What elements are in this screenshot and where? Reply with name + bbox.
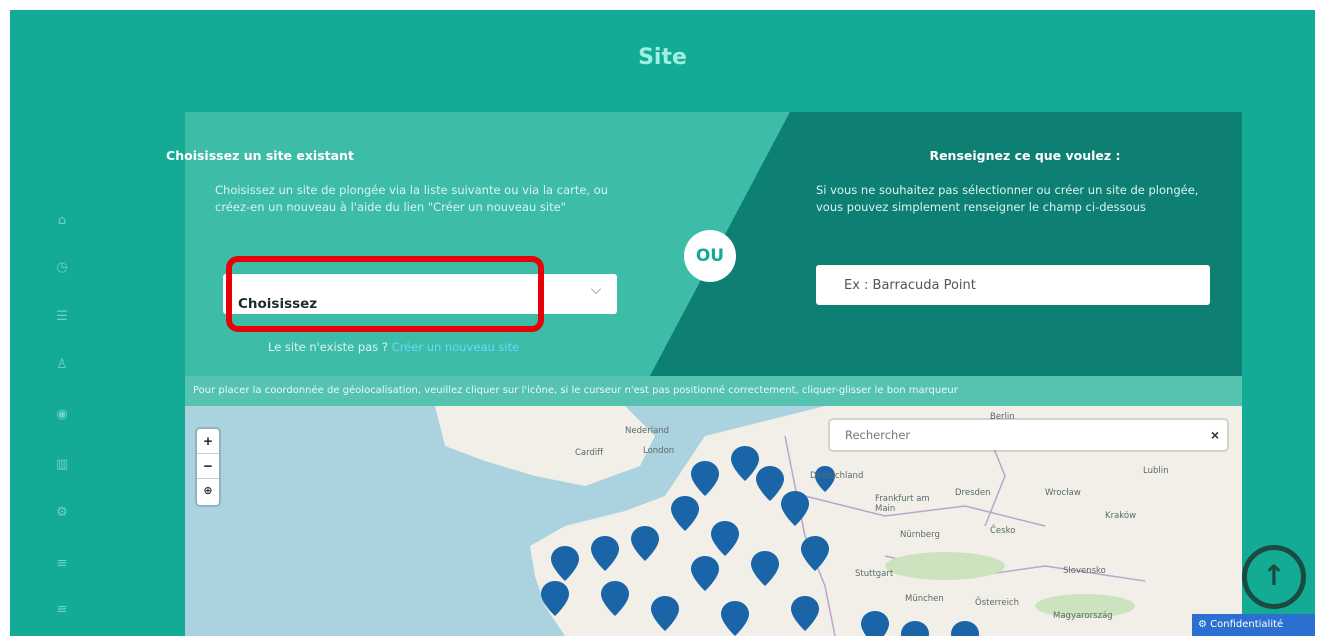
map-label: Deutschland (810, 471, 864, 481)
not-exist-text: Le site n'existe pas ? Créer un nouveau … (268, 340, 520, 354)
map-label: Stuttgart (855, 569, 894, 579)
map-label: Nederland (625, 426, 670, 436)
map-search[interactable]: Rechercher × (830, 420, 1227, 450)
or-badge: OU (684, 230, 736, 282)
confidentiality-badge[interactable]: ⚙ Confidentialité (1192, 614, 1315, 636)
map-label: Kraków (1105, 511, 1137, 521)
map-label: Lublin (1143, 466, 1169, 476)
arrow-up-icon: ↑ (1262, 559, 1286, 592)
map-label: London (643, 446, 675, 456)
create-site-link[interactable]: Créer un nouveau site (392, 340, 520, 354)
right-section-description: Si vous ne souhaitez pas sélectionner ou… (816, 183, 1199, 214)
left-section-description: Choisissez un site de plongée via la lis… (215, 183, 609, 214)
map-label: Cardiff (575, 448, 604, 458)
zoom-out-button[interactable]: − (197, 454, 219, 479)
chevron-down-icon (591, 284, 601, 294)
map-label: Nürnberg (900, 530, 940, 540)
site-select[interactable]: Choisissez (223, 274, 617, 314)
map-label: Dresden (955, 488, 991, 498)
map-label: Slovensko (1063, 566, 1106, 576)
map-label: München (905, 594, 944, 604)
map[interactable]: Nederland Cardiff London Berlin Deutschl… (185, 406, 1242, 636)
map-search-input[interactable]: Rechercher (845, 420, 910, 450)
map-label: Česko (990, 526, 1016, 536)
zoom-control: + − ⊕ (197, 429, 219, 505)
map-label: Österreich (975, 598, 1019, 608)
map-label: Wrocław (1045, 488, 1081, 498)
map-label: Frankfurt am Main (875, 494, 930, 514)
locate-icon[interactable]: ⊕ (197, 479, 219, 504)
right-section-title: Renseignez ce que voulez : (929, 148, 1121, 163)
gear-icon: ⚙ (1198, 619, 1211, 630)
map-label: Magyarország (1053, 611, 1113, 621)
scroll-to-top-button[interactable]: ↑ (1242, 545, 1306, 609)
site-select-value: Choisissez (238, 296, 318, 312)
close-icon[interactable]: × (1211, 420, 1219, 450)
left-section-title: Choisissez un site existant (166, 148, 354, 163)
map-hint: Pour placer la coordonnée de géolocalisa… (185, 376, 1242, 406)
app-frame: ⌂ ◷ ☰ ♙ ◉ ▥ ⚙ ≡ ≡ Site Choisissez un sit… (10, 10, 1315, 636)
site-name-input[interactable] (816, 265, 1210, 305)
zoom-in-button[interactable]: + (197, 429, 219, 454)
